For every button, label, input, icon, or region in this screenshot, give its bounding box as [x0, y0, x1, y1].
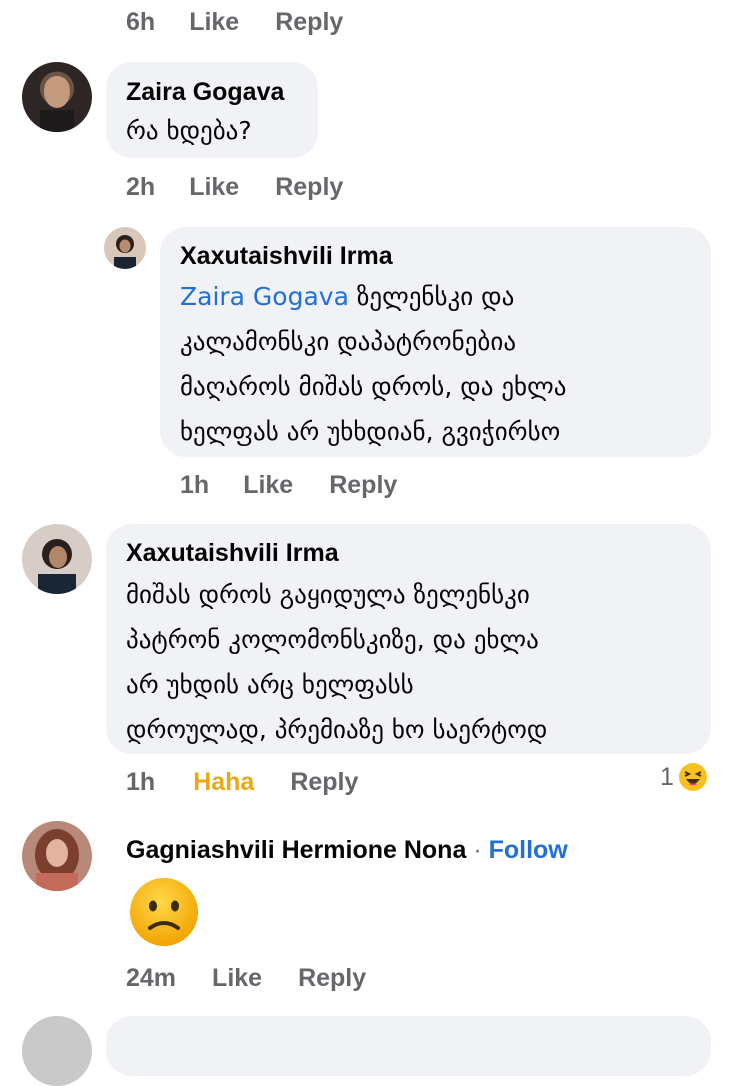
confused-face-emoji	[130, 878, 198, 946]
reply-button[interactable]: Reply	[298, 964, 366, 993]
separator-dot: ·	[473, 836, 482, 864]
comment-bubble: Zaira Gogava რა ხდება?	[106, 62, 318, 158]
comment-timestamp: 6h	[126, 8, 156, 36]
reaction-count: 1	[660, 762, 674, 791]
haha-reaction-button[interactable]: Haha	[193, 768, 254, 797]
like-button[interactable]: Like	[243, 471, 293, 500]
comment-timestamp: 2h	[126, 173, 156, 201]
comment-text-line: ხელფას არ უხხდიან, გვიჭირსო	[180, 417, 561, 446]
avatar[interactable]	[22, 524, 92, 594]
comment-text-line: არ უხდის არც ხელფასს	[126, 670, 414, 699]
comment-timestamp: 24m	[126, 964, 177, 992]
like-button[interactable]: Like	[189, 8, 239, 37]
comment-actions: 2h Like Reply	[126, 173, 343, 202]
comment-text: Zaira Gogava ზელენსკი და	[180, 274, 514, 319]
comment-author[interactable]: Xaxutaishvili Irma	[126, 539, 339, 568]
comment-text-line: კალამონსკი დაპატრონებია	[180, 327, 517, 356]
comment-author-row: Gagniashvili Hermione Nona · Follow	[126, 836, 568, 865]
follow-button[interactable]: Follow	[489, 836, 568, 864]
comment-text-line: მაღაროს მიშას დროს, და ეხლა	[180, 372, 567, 401]
avatar[interactable]	[22, 62, 92, 132]
avatar[interactable]	[22, 1016, 92, 1086]
reaction-summary[interactable]: 1	[660, 762, 708, 792]
comment-timestamp: 1h	[180, 471, 210, 499]
avatar[interactable]	[22, 821, 92, 891]
comment-bubble: Xaxutaishvili Irma Zaira Gogava ზელენსკი…	[160, 227, 711, 457]
comment-text-line: მიშას დროს გაყიდულა ზელენსკი	[126, 580, 530, 609]
comment-actions: 6h Like Reply	[126, 8, 343, 37]
comment-text: რა ხდება?	[126, 116, 252, 145]
comment-text-line: ზელენსკი და	[348, 282, 515, 311]
mention-link[interactable]: Zaira Gogava	[180, 282, 349, 311]
reply-button[interactable]: Reply	[290, 768, 358, 797]
comment-actions: 1h Like Reply	[180, 471, 397, 500]
haha-emoji-icon	[678, 763, 707, 791]
comment-author[interactable]: Xaxutaishvili Irma	[180, 242, 393, 271]
comment-actions: 24m Like Reply	[126, 964, 366, 993]
like-button[interactable]: Like	[212, 964, 262, 993]
reply-button[interactable]: Reply	[275, 173, 343, 202]
comment-actions: 1h Haha Reply	[126, 768, 358, 797]
comment-author[interactable]: Gagniashvili Hermione Nona	[126, 836, 466, 864]
reply-button[interactable]: Reply	[329, 471, 397, 500]
comment-author[interactable]: Zaira Gogava	[126, 78, 284, 107]
reply-button[interactable]: Reply	[275, 8, 343, 37]
avatar[interactable]	[104, 227, 146, 269]
like-button[interactable]: Like	[189, 173, 239, 202]
comment-text-line: დროულად, პრემიაზე ხო საერტოდ	[126, 715, 548, 744]
comment-bubble: Xaxutaishvili Irma მიშას დროს გაყიდულა ზ…	[106, 524, 711, 754]
comment-timestamp: 1h	[126, 768, 156, 796]
comment-bubble	[106, 1016, 711, 1076]
comment-text-line: პატრონ კოლომონსკიზე, და ეხლა	[126, 625, 539, 654]
